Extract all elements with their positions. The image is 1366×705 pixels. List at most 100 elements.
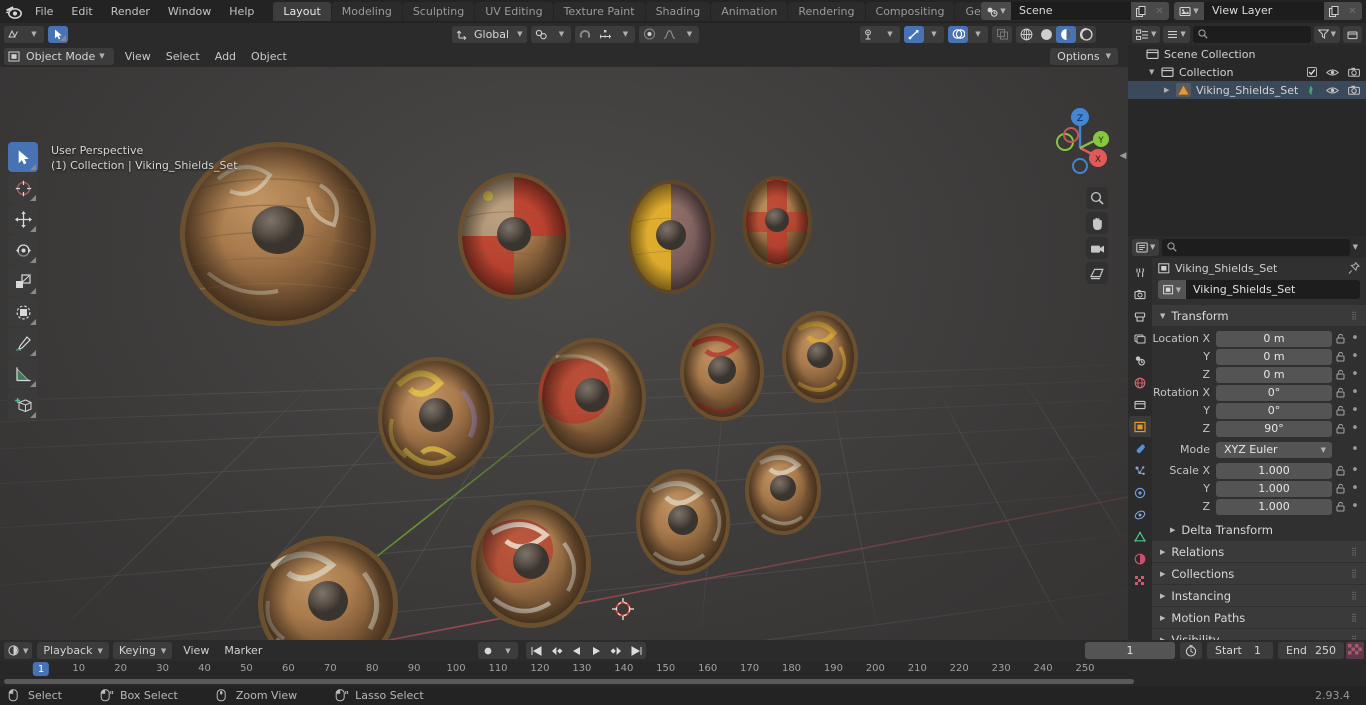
shield-9[interactable] [258, 536, 398, 640]
delta-transform-panel-header[interactable]: ▶ Delta Transform [1152, 519, 1366, 540]
object-name-field[interactable]: ▼ Viking_Shields_Set [1158, 280, 1360, 299]
field-value[interactable]: 0 m [1216, 330, 1332, 347]
end-frame-field[interactable]: End 250 [1278, 642, 1344, 659]
object-visibility-icon[interactable] [860, 26, 880, 43]
particles-tab[interactable] [1129, 460, 1151, 481]
top-menu-file[interactable]: File [26, 0, 62, 23]
new-scene-button[interactable] [1131, 2, 1150, 20]
scene-name-field[interactable]: Scene [1011, 2, 1131, 20]
object-visibility-selector[interactable]: ▼ [860, 25, 900, 43]
chevron-down-icon[interactable]: ▼ [551, 26, 571, 43]
chevron-down-icon[interactable]: ▼ [24, 26, 44, 43]
editor-type-icon[interactable] [4, 26, 24, 43]
new-view-layer-button[interactable] [1324, 2, 1343, 20]
top-menu-edit[interactable]: Edit [62, 0, 101, 23]
camera-view-icon[interactable] [1086, 237, 1108, 259]
scale-tool[interactable] [8, 266, 38, 296]
render-tab[interactable] [1129, 284, 1151, 305]
scene-selector[interactable]: ▼ Scene ✕ [981, 2, 1169, 20]
viewport-menu-view[interactable]: View [118, 48, 158, 65]
field-value[interactable]: 90° [1216, 420, 1332, 437]
next-keyframe-button[interactable] [606, 642, 626, 659]
chevron-down-icon[interactable]: ▼ [880, 26, 900, 43]
viewport-canvas[interactable]: User Perspective (1) Collection | Viking… [0, 67, 1128, 640]
outliner-row-viking-shields-set[interactable]: ▶ Viking_Shields_Set [1128, 81, 1366, 99]
properties-editor[interactable]: ▼ ▼ Viking_Shields_Set ▼ Viking_Shields_… [1128, 236, 1366, 640]
workspace-tab-layout[interactable]: Layout [273, 2, 331, 21]
chevron-down-icon[interactable]: ▼ [517, 30, 522, 38]
rotate-tool[interactable] [8, 235, 38, 265]
transform-panel-header[interactable]: ▼ Transform ⣿ [1152, 305, 1366, 326]
record-icon[interactable] [478, 642, 498, 659]
wireframe-shading[interactable] [1016, 26, 1036, 43]
drag-handle-icon[interactable]: ⣿ [1351, 548, 1358, 556]
pin-icon[interactable] [1348, 261, 1360, 275]
xray-toggle[interactable] [992, 25, 1012, 43]
workspace-tab-animation[interactable]: Animation [711, 2, 788, 21]
modifiers-tab[interactable] [1129, 438, 1151, 459]
current-frame-field[interactable]: 1 [1085, 642, 1175, 659]
animate-dot-icon[interactable]: • [1348, 385, 1362, 400]
gizmo-toggle-group[interactable]: ▼ [904, 25, 944, 43]
camera-icon[interactable] [1348, 67, 1360, 77]
top-menu-help[interactable]: Help [220, 0, 263, 23]
pivot-point-selector[interactable]: ▼ [531, 25, 572, 43]
field-value[interactable]: 1.000 [1216, 462, 1332, 479]
workspace-tab-rendering[interactable]: Rendering [788, 2, 865, 21]
remove-view-layer-button[interactable]: ✕ [1343, 2, 1362, 20]
sync-clock-icon[interactable] [1180, 642, 1202, 659]
transform-tool[interactable] [8, 297, 38, 327]
panel-header-relations[interactable]: ▶ Relations ⣿ [1152, 541, 1366, 562]
chevron-right-icon[interactable]: ▶ [1164, 86, 1176, 94]
animate-dot-icon[interactable]: • [1348, 442, 1362, 457]
chevron-down-icon[interactable]: ▼ [924, 26, 944, 43]
properties-editor-icon[interactable]: ▼ [1132, 238, 1160, 256]
view-layer-selector[interactable]: ▼ View Layer ✕ [1174, 2, 1362, 20]
eye-icon[interactable] [1326, 86, 1339, 95]
object-mode-selector[interactable]: Object Mode ▼ [4, 47, 114, 65]
animate-dot-icon[interactable]: • [1348, 499, 1362, 514]
timeline-menu-playback[interactable]: Playback ▼ [37, 642, 109, 659]
animate-dot-icon[interactable]: • [1348, 481, 1362, 496]
shield-12[interactable] [745, 445, 821, 535]
animate-dot-icon[interactable]: • [1348, 421, 1362, 436]
timeline-ruler[interactable]: 1 10 20 30 40 50 60 70 80 90 100 110 120 130 140 150 160… [0, 661, 1366, 679]
material-tab[interactable] [1129, 548, 1151, 569]
proportional-editing-controls[interactable]: ▼ [639, 25, 700, 43]
editor-type-selector[interactable]: ▼ [4, 25, 44, 43]
data-tab[interactable] [1129, 526, 1151, 547]
material-preview-shading[interactable] [1056, 25, 1076, 43]
unlink-scene-button[interactable]: ✕ [1150, 2, 1169, 20]
workspace-tab-compositing[interactable]: Compositing [865, 2, 955, 21]
workspace-tab-sculpting[interactable]: Sculpting [402, 2, 475, 21]
active-tool-indicator[interactable] [48, 25, 68, 43]
shield-11[interactable] [636, 469, 730, 575]
unlocked-icon[interactable] [1332, 483, 1348, 494]
field-value[interactable]: 0° [1216, 384, 1332, 401]
viewport-sidebar-toggle[interactable]: ◀ [1118, 145, 1128, 167]
top-menu-window[interactable]: Window [159, 0, 220, 23]
unlocked-icon[interactable] [1332, 501, 1348, 512]
play-reverse-button[interactable] [566, 642, 586, 659]
timeline-editor[interactable]: ▼ Playback ▼ Keying ▼ View Marker ▼ 1 St… [0, 640, 1366, 686]
keying-set-indicator[interactable] [1346, 642, 1364, 659]
gizmo-icon[interactable] [904, 25, 924, 43]
proportional-edit-icon[interactable] [639, 26, 659, 43]
chevron-down-icon[interactable]: ▼ [1353, 243, 1362, 251]
object-mode-icon[interactable] [4, 48, 24, 65]
transform-orientation-selector[interactable]: Global ▼ [452, 25, 528, 43]
overlays-icon[interactable] [948, 25, 968, 43]
panel-header-collections[interactable]: ▶ Collections ⣿ [1152, 563, 1366, 584]
timeline-playhead[interactable]: 1 [32, 662, 50, 676]
world-tab[interactable] [1129, 372, 1151, 393]
properties-search-input[interactable] [1162, 238, 1350, 256]
panel-header-visibility[interactable]: ▶ Visibility ⣿ [1152, 629, 1366, 640]
add-cube-tool[interactable] [8, 390, 38, 420]
snapping-controls[interactable]: ▼ [575, 25, 636, 43]
collection-checkbox[interactable] [1307, 67, 1317, 77]
field-value[interactable]: 0° [1216, 402, 1332, 419]
shield-2[interactable] [458, 173, 570, 299]
outliner-display-mode[interactable]: ▼ [1163, 25, 1190, 43]
unlocked-icon[interactable] [1332, 405, 1348, 416]
chevron-down-icon[interactable]: ▼ [99, 52, 109, 60]
